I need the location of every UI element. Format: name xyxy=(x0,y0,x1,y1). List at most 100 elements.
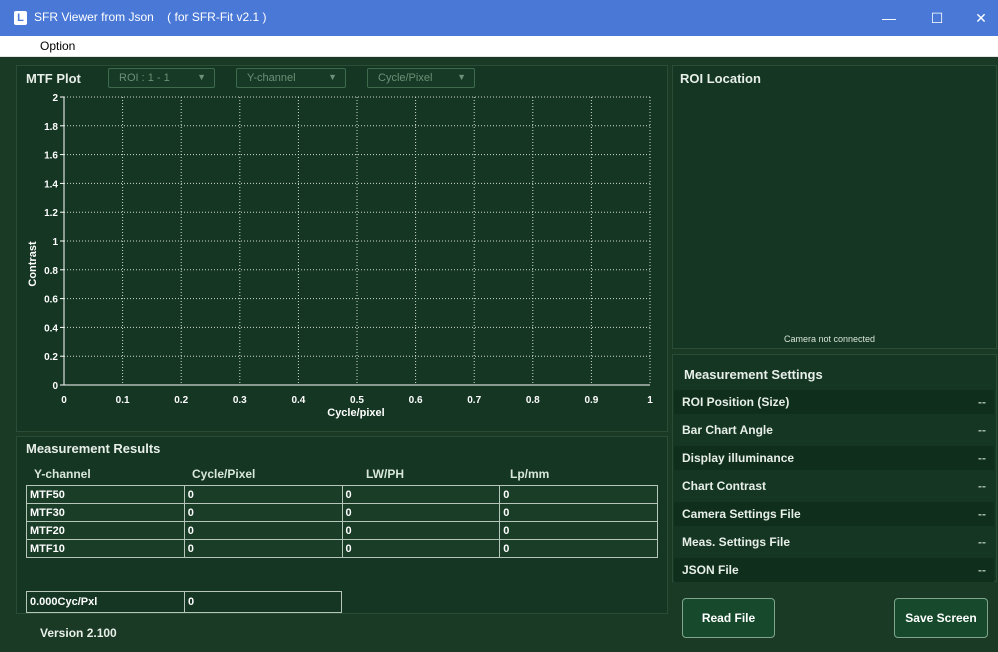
x-tick-label: 0.9 xyxy=(584,395,598,406)
chart-grid xyxy=(60,96,651,386)
save-screen-button[interactable]: Save Screen xyxy=(894,598,988,638)
results-header-lwph: LW/PH xyxy=(366,467,404,481)
channel-dropdown[interactable]: Y-channel ▼ xyxy=(236,68,346,88)
results-table: MTF50 0 0 0 MTF30 0 0 0 MTF20 0 0 0 MTF1… xyxy=(26,485,658,558)
y-tick-label: 1.8 xyxy=(44,122,58,133)
chevron-down-icon: ▼ xyxy=(328,72,337,82)
row-label: MTF10 xyxy=(26,539,185,558)
setting-value: -- xyxy=(978,423,986,437)
x-tick-label: 1 xyxy=(647,395,653,406)
setting-label: Camera Settings File xyxy=(682,507,801,521)
mtf-plot-title: MTF Plot xyxy=(26,71,81,86)
setting-row: Camera Settings File -- xyxy=(674,502,994,526)
results-header-cyc: Cycle/Pixel xyxy=(192,467,256,481)
setting-value: -- xyxy=(978,479,986,493)
read-file-button[interactable]: Read File xyxy=(682,598,775,638)
minimize-button[interactable]: — xyxy=(866,6,912,30)
title-bar: L SFR Viewer from Json ( for SFR-Fit v2.… xyxy=(0,0,998,36)
x-tick-label: 0.2 xyxy=(174,395,188,406)
close-button[interactable]: ✕ xyxy=(958,6,998,30)
cell-value: 0 xyxy=(499,485,658,504)
setting-value: -- xyxy=(978,395,986,409)
setting-value: -- xyxy=(978,563,986,577)
setting-label: Bar Chart Angle xyxy=(682,423,773,437)
setting-value: -- xyxy=(978,507,986,521)
menu-option[interactable]: Option xyxy=(40,39,75,53)
setting-row: JSON File -- xyxy=(674,558,994,582)
y-tick-label: 1.2 xyxy=(44,208,58,219)
frequency-readout: 0.000Cyc/Pxl 0 xyxy=(26,591,342,613)
x-tick-label: 0.5 xyxy=(350,395,364,406)
cell-value: 0 xyxy=(499,539,658,558)
setting-value: -- xyxy=(978,451,986,465)
channel-dropdown-value: Y-channel xyxy=(247,72,296,84)
chevron-down-icon: ▼ xyxy=(457,72,466,82)
setting-label: ROI Position (Size) xyxy=(682,395,790,409)
x-tick-label: 0.4 xyxy=(291,395,305,406)
y-axis-label: Contrast xyxy=(27,241,39,287)
app-icon: L xyxy=(14,11,27,25)
table-row: MTF30 0 0 0 xyxy=(26,503,658,522)
setting-label: Chart Contrast xyxy=(682,479,767,493)
setting-row: Bar Chart Angle -- xyxy=(674,418,994,442)
x-tick-label: 0.1 xyxy=(116,395,130,406)
unit-dropdown-value: Cycle/Pixel xyxy=(378,72,433,84)
y-tick-label: 0.8 xyxy=(44,266,58,277)
results-header-lpmm: Lp/mm xyxy=(510,467,550,481)
version-label: Version 2.100 xyxy=(40,626,117,640)
table-row: MTF20 0 0 0 xyxy=(26,521,658,540)
setting-row: Display illuminance -- xyxy=(674,446,994,470)
chevron-down-icon: ▼ xyxy=(197,72,206,82)
maximize-button[interactable]: ☐ xyxy=(914,6,960,30)
results-title: Measurement Results xyxy=(26,441,161,456)
cell-value: 0 xyxy=(499,521,658,540)
cell-value: 0 xyxy=(183,539,343,558)
setting-value: -- xyxy=(978,535,986,549)
window-title: SFR Viewer from Json ( for SFR-Fit v2.1 … xyxy=(34,10,267,24)
y-tick-label: 1 xyxy=(52,237,58,248)
mtf-chart: 0 0.1 0.2 0.3 0.4 0.5 0.6 0.7 0.8 0.9 1 0 0.2 0.4 0.6 0… xyxy=(27,93,653,419)
roi-location-title: ROI Location xyxy=(680,71,761,86)
cell-value: 0 xyxy=(341,485,501,504)
cell-value: 0 xyxy=(183,503,343,522)
x-tick-label: 0 xyxy=(61,395,67,406)
y-tick-label: 0.2 xyxy=(44,352,58,363)
frequency-value: 0 xyxy=(188,596,195,608)
cell-value: 0 xyxy=(341,539,501,558)
frequency-label: 0.000Cyc/Pxl xyxy=(27,592,185,612)
y-tick-label: 1.4 xyxy=(44,179,58,190)
settings-title: Measurement Settings xyxy=(684,367,823,382)
unit-dropdown[interactable]: Cycle/Pixel ▼ xyxy=(367,68,475,88)
setting-label: JSON File xyxy=(682,563,739,577)
row-label: MTF20 xyxy=(26,521,185,540)
cell-value: 0 xyxy=(341,503,501,522)
menu-bar: Option xyxy=(0,36,998,57)
x-tick-label: 0.8 xyxy=(526,395,540,406)
chart-ticks: 0 0.1 0.2 0.3 0.4 0.5 0.6 0.7 0.8 0.9 1 0 0.2 0.4 0.6 0… xyxy=(44,93,653,406)
row-label: MTF50 xyxy=(26,485,185,504)
setting-row: ROI Position (Size) -- xyxy=(674,390,994,414)
roi-location-panel xyxy=(672,65,997,349)
setting-label: Meas. Settings File xyxy=(682,535,791,549)
table-row: MTF10 0 0 0 xyxy=(26,539,658,558)
table-row: MTF50 0 0 0 xyxy=(26,485,658,504)
x-tick-label: 0.7 xyxy=(467,395,481,406)
y-tick-label: 2 xyxy=(52,93,58,104)
cell-value: 0 xyxy=(183,485,343,504)
roi-dropdown-value: ROI : 1 - 1 xyxy=(119,72,170,84)
x-axis-label: Cycle/pixel xyxy=(327,407,384,419)
cell-value: 0 xyxy=(183,521,343,540)
y-tick-label: 0.6 xyxy=(44,295,58,306)
y-tick-label: 0 xyxy=(52,381,58,392)
results-header-channel: Y-channel xyxy=(34,467,91,481)
setting-row: Chart Contrast -- xyxy=(674,474,994,498)
y-tick-label: 1.6 xyxy=(44,151,58,162)
cell-value: 0 xyxy=(341,521,501,540)
x-tick-label: 0.3 xyxy=(233,395,247,406)
roi-dropdown[interactable]: ROI : 1 - 1 ▼ xyxy=(108,68,215,88)
cell-value: 0 xyxy=(499,503,658,522)
row-label: MTF30 xyxy=(26,503,185,522)
camera-status: Camera not connected xyxy=(784,334,876,344)
setting-row: Meas. Settings File -- xyxy=(674,530,994,554)
x-tick-label: 0.6 xyxy=(409,395,423,406)
